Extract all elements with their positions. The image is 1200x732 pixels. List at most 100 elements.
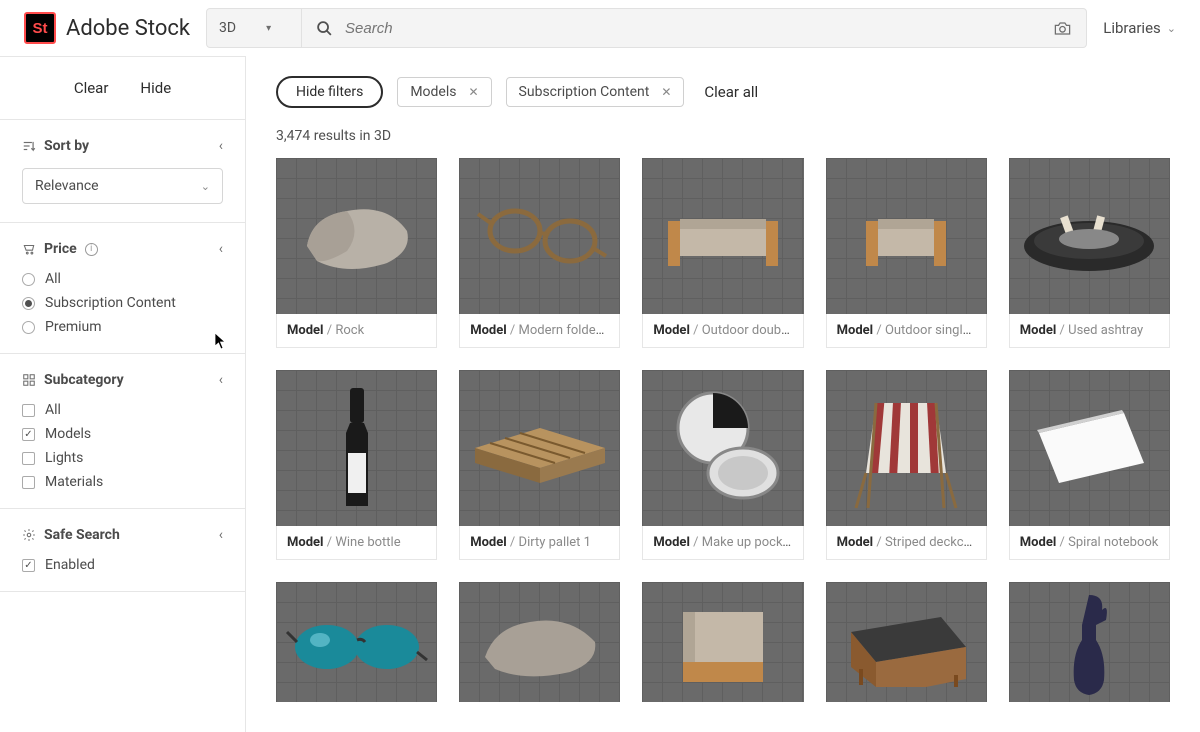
option-label: Lights — [45, 450, 83, 466]
results-grid: Model / Rock Model / Modern folded eye… … — [246, 158, 1200, 732]
cart-icon — [22, 242, 36, 256]
subcategory-option-models[interactable]: ✓Models — [22, 426, 223, 442]
price-option-all[interactable]: All — [22, 271, 223, 287]
asset-card[interactable]: Model / Rock — [276, 158, 437, 348]
libraries-menu[interactable]: Libraries ⌄ — [1103, 19, 1176, 37]
subcategory-option-all[interactable]: All — [22, 402, 223, 418]
price-option-premium[interactable]: Premium — [22, 319, 223, 335]
clear-all-button[interactable]: Clear all — [704, 83, 758, 101]
asset-caption: Model / Outdoor double chair — [642, 314, 803, 348]
asset-caption: Model / Rock — [276, 314, 437, 348]
chevron-down-icon: ▾ — [266, 23, 271, 34]
asset-card[interactable] — [276, 582, 437, 702]
safe-search-enabled[interactable]: ✓ Enabled — [22, 557, 223, 573]
search-input[interactable] — [345, 20, 1041, 37]
camera-icon[interactable] — [1053, 19, 1072, 38]
chevron-down-icon: ⌄ — [1167, 22, 1176, 35]
asset-thumb — [1009, 158, 1170, 314]
option-label: Materials — [45, 474, 103, 490]
chevron-left-icon: ‹ — [219, 241, 223, 257]
checkbox-icon — [22, 476, 35, 489]
sidebar: Clear Hide Sort by ‹ Relevance ⌄ — [0, 56, 246, 732]
asset-card[interactable] — [459, 582, 620, 702]
safe-search-section: Safe Search ‹ ✓ Enabled — [0, 509, 245, 592]
checkbox-icon — [22, 404, 35, 417]
results-count: 3,474 results in 3D — [246, 128, 1200, 158]
price-option-subscription[interactable]: Subscription Content — [22, 295, 223, 311]
asset-card[interactable] — [642, 582, 803, 702]
hide-filters-pill[interactable]: Hide filters — [276, 76, 383, 108]
asset-thumb — [826, 582, 987, 702]
filter-bar: Hide filters Models ✕ Subscription Conte… — [246, 56, 1200, 128]
asset-caption: Model / Outdoor single chair — [826, 314, 987, 348]
asset-thumb — [276, 582, 437, 702]
asset-caption: Model / Make up pocket mi… — [642, 526, 803, 560]
asset-card[interactable] — [1009, 582, 1170, 702]
subcategory-option-lights[interactable]: Lights — [22, 450, 223, 466]
chip-label: Subscription Content — [519, 84, 650, 100]
chevron-left-icon: ‹ — [219, 527, 223, 543]
sort-label: Sort by — [44, 138, 89, 154]
search-group: 3D ▾ — [206, 8, 1087, 48]
price-header[interactable]: Price i ‹ — [22, 241, 223, 257]
hide-filters-button[interactable]: Hide — [140, 79, 171, 97]
subcategory-option-materials[interactable]: Materials — [22, 474, 223, 490]
checkbox-icon: ✓ — [22, 559, 35, 572]
asset-card[interactable] — [826, 582, 987, 702]
checkbox-icon — [22, 452, 35, 465]
close-icon[interactable]: ✕ — [468, 85, 478, 99]
asset-thumb — [642, 158, 803, 314]
header-bar: St Adobe Stock 3D ▾ Libraries ⌄ — [0, 0, 1200, 56]
chip-label: Models — [410, 84, 456, 100]
radio-icon — [22, 321, 35, 334]
sort-header[interactable]: Sort by ‹ — [22, 138, 223, 154]
main-content: Hide filters Models ✕ Subscription Conte… — [246, 56, 1200, 732]
filter-chip-subscription[interactable]: Subscription Content ✕ — [506, 77, 685, 107]
info-icon[interactable]: i — [85, 243, 98, 256]
price-options: All Subscription Content Premium — [22, 271, 223, 335]
libraries-label: Libraries — [1103, 19, 1161, 37]
asset-thumb — [642, 370, 803, 526]
option-label: All — [45, 402, 61, 418]
asset-card[interactable]: Model / Dirty pallet 1 — [459, 370, 620, 560]
safe-search-label: Safe Search — [44, 527, 120, 543]
asset-caption: Model / Striped deckchair — [826, 526, 987, 560]
asset-thumb — [459, 370, 620, 526]
filter-chip-models[interactable]: Models ✕ — [397, 77, 491, 107]
sort-section: Sort by ‹ Relevance ⌄ — [0, 120, 245, 223]
grid-icon — [22, 373, 36, 387]
logo-group[interactable]: St Adobe Stock — [24, 12, 190, 44]
asset-thumb — [276, 158, 437, 314]
safe-search-header[interactable]: Safe Search ‹ — [22, 527, 223, 543]
chevron-left-icon: ‹ — [219, 372, 223, 388]
asset-card[interactable]: Model / Make up pocket mi… — [642, 370, 803, 560]
sort-icon — [22, 139, 36, 153]
asset-caption: Model / Spiral notebook — [1009, 526, 1170, 560]
subcategory-header[interactable]: Subcategory ‹ — [22, 372, 223, 388]
close-icon[interactable]: ✕ — [661, 85, 671, 99]
asset-card[interactable]: Model / Modern folded eye… — [459, 158, 620, 348]
asset-thumb — [826, 158, 987, 314]
category-select[interactable]: 3D ▾ — [206, 8, 302, 48]
asset-card[interactable]: Model / Wine bottle — [276, 370, 437, 560]
asset-caption: Model / Dirty pallet 1 — [459, 526, 620, 560]
subcategory-options: All ✓Models Lights Materials — [22, 402, 223, 490]
asset-thumb — [1009, 582, 1170, 702]
asset-caption: Model / Used ashtray — [1009, 314, 1170, 348]
price-label: Price — [44, 241, 77, 257]
asset-card[interactable]: Model / Striped deckchair — [826, 370, 987, 560]
sort-dropdown[interactable]: Relevance ⌄ — [22, 168, 223, 204]
pill-label: Hide filters — [296, 84, 363, 100]
chevron-down-icon: ⌄ — [201, 180, 210, 193]
asset-caption: Model / Wine bottle — [276, 526, 437, 560]
clear-filters-button[interactable]: Clear — [74, 79, 109, 97]
asset-card[interactable]: Model / Outdoor single chair — [826, 158, 987, 348]
sidebar-top-actions: Clear Hide — [0, 57, 245, 120]
option-label: Enabled — [45, 557, 95, 573]
asset-thumb — [459, 158, 620, 314]
asset-card[interactable]: Model / Outdoor double chair — [642, 158, 803, 348]
asset-card[interactable]: Model / Spiral notebook — [1009, 370, 1170, 560]
asset-thumb — [459, 582, 620, 702]
search-icon[interactable] — [316, 20, 333, 37]
asset-card[interactable]: Model / Used ashtray — [1009, 158, 1170, 348]
